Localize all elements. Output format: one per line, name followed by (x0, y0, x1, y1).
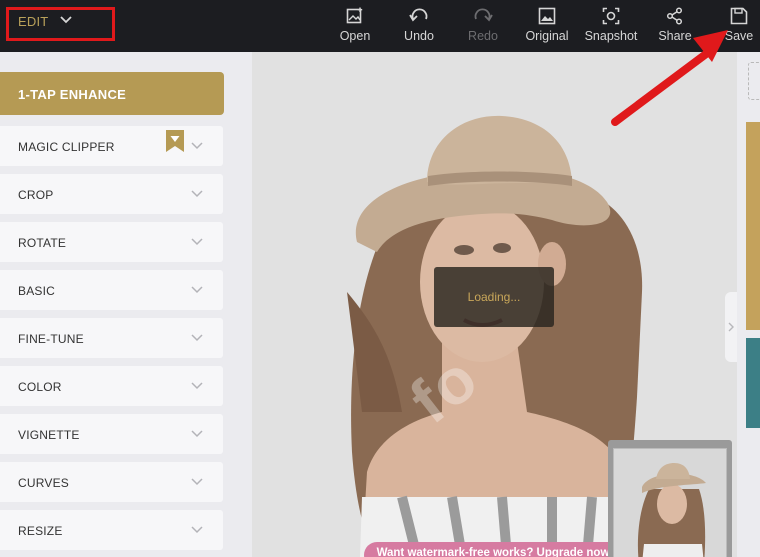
share-icon (666, 7, 683, 25)
panel-item-label: CURVES (18, 476, 69, 490)
collapse-rail-handle[interactable] (725, 292, 737, 362)
save-icon (730, 7, 748, 25)
save-button[interactable]: Save (722, 7, 756, 47)
undo-label: Undo (404, 29, 434, 43)
edit-panel-sidebar: 1-TAP ENHANCE MAGIC CLIPPER CROP ROTATE … (0, 52, 252, 557)
panel-item-resize[interactable]: RESIZE (0, 510, 223, 550)
edit-menu-label[interactable]: EDIT (18, 14, 48, 29)
chevron-down-icon (191, 190, 203, 198)
open-image-icon (346, 7, 363, 24)
snapshot-button[interactable]: Snapshot (583, 7, 639, 47)
panel-item-label: BASIC (18, 284, 56, 298)
panel-item-fine-tune[interactable]: FINE-TUNE (0, 318, 223, 358)
upgrade-banner-button[interactable]: Want watermark-free works? Upgrade now (364, 542, 622, 557)
premium-diamond-badge-icon (166, 130, 184, 152)
panel-item-label: FINE-TUNE (18, 332, 84, 346)
panel-item-label: COLOR (18, 380, 62, 394)
snapshot-icon (602, 7, 620, 25)
original-label: Original (525, 29, 569, 43)
save-label: Save (724, 29, 754, 43)
redo-label: Redo (468, 29, 498, 43)
chevron-right-icon (728, 322, 734, 332)
share-button[interactable]: Share (657, 7, 693, 47)
panel-item-color[interactable]: COLOR (0, 366, 223, 406)
navigator-minimap[interactable] (608, 440, 732, 557)
add-image-slot[interactable] (748, 62, 760, 100)
panel-item-label: RESIZE (18, 524, 63, 538)
undo-button[interactable]: Undo (401, 7, 437, 47)
original-button[interactable]: Original (523, 7, 571, 47)
chevron-down-icon (191, 334, 203, 342)
panel-item-label: MAGIC CLIPPER (18, 140, 115, 154)
chevron-down-icon[interactable] (60, 16, 72, 24)
loading-indicator: Loading... (434, 267, 554, 327)
image-thumbnail[interactable] (746, 338, 760, 428)
chevron-down-icon (191, 478, 203, 486)
open-button[interactable]: Open (338, 7, 372, 47)
image-thumbnail[interactable] (746, 122, 760, 330)
panel-item-crop[interactable]: CROP (0, 174, 223, 214)
panel-item-label: VIGNETTE (18, 428, 80, 442)
snapshot-label: Snapshot (584, 29, 638, 43)
share-label: Share (658, 29, 692, 43)
panel-item-basic[interactable]: BASIC (0, 270, 223, 310)
top-toolbar: EDIT Open Undo Redo Original Snapshot Sh… (0, 0, 760, 52)
panel-item-rotate[interactable]: ROTATE (0, 222, 223, 262)
panel-item-vignette[interactable]: VIGNETTE (0, 414, 223, 454)
chevron-down-icon (191, 286, 203, 294)
original-image-icon (538, 7, 556, 25)
minimap-photo-thumbnail (637, 463, 706, 557)
chevron-down-icon (191, 430, 203, 438)
photo-canvas[interactable]: fo Loading... Want watermark-free works?… (252, 52, 737, 557)
chevron-down-icon (191, 142, 203, 150)
undo-icon (409, 8, 428, 22)
panel-item-label: CROP (18, 188, 54, 202)
minimap-viewport[interactable] (613, 448, 727, 557)
chevron-down-icon (191, 238, 203, 246)
panel-item-label: ROTATE (18, 236, 67, 250)
redo-button[interactable]: Redo (466, 7, 500, 47)
redo-icon (474, 8, 493, 22)
panel-item-curves[interactable]: CURVES (0, 462, 223, 502)
chevron-down-icon (191, 526, 203, 534)
panel-item-magic-clipper[interactable]: MAGIC CLIPPER (0, 126, 223, 166)
one-tap-enhance-button[interactable]: 1-TAP ENHANCE (0, 72, 224, 115)
chevron-down-icon (191, 382, 203, 390)
open-label: Open (339, 29, 371, 43)
